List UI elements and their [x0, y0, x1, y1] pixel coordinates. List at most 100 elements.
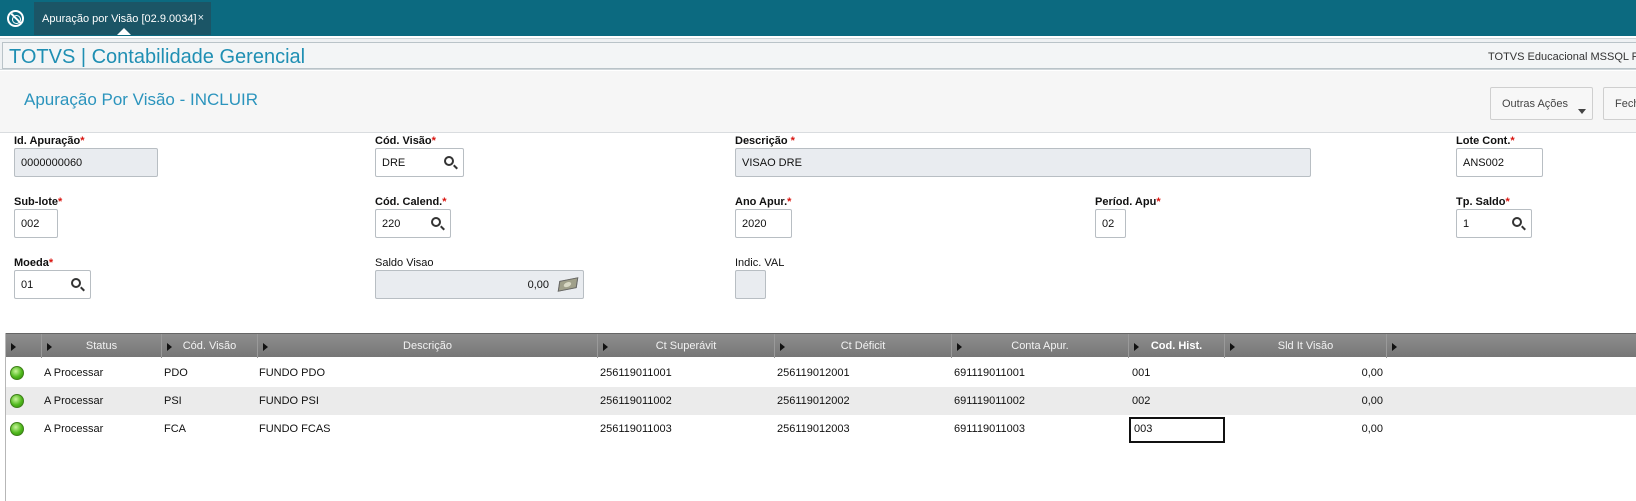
sort-arrow-icon: [263, 343, 268, 351]
column-header-sld-it-visao[interactable]: Sld It Visão: [1225, 334, 1387, 358]
sub-lote-label: Sub-lote*: [14, 196, 63, 208]
id-apuracao-label: Id. Apuração*: [14, 135, 85, 147]
tab-title: Apuração por Visão [02.9.0034]: [42, 13, 197, 25]
cod-calend-input[interactable]: 220: [375, 209, 451, 238]
chevron-down-icon: [1578, 109, 1586, 114]
moeda-input[interactable]: 01: [14, 270, 91, 299]
column-header-cod-hist[interactable]: Cod. Hist.: [1129, 334, 1225, 358]
column-header-ct-superavit[interactable]: Ct Superávit: [598, 334, 775, 358]
search-icon[interactable]: [431, 217, 441, 227]
lote-cont-input[interactable]: ANS002: [1456, 148, 1543, 177]
cell-cod-hist: 001: [1132, 367, 1151, 379]
cell-cod-hist: 002: [1132, 395, 1151, 407]
sort-arrow-icon: [1134, 343, 1139, 351]
close-button[interactable]: Fechar: [1603, 87, 1636, 120]
cell-cod-visao: FCA: [164, 423, 186, 435]
column-header-conta-apur[interactable]: Conta Apur.: [952, 334, 1129, 358]
ano-apur-label: Ano Apur.*: [735, 196, 792, 208]
sort-arrow-icon: [1392, 343, 1397, 351]
top-tab-bar: Apuração por Visão [02.9.0034] ×: [0, 0, 1636, 36]
field-sub-lote: Sub-lote* 002: [14, 196, 63, 240]
descricao-input[interactable]: VISAO DRE: [735, 148, 1311, 177]
app-title: TOTVS | Contabilidade Gerencial: [9, 46, 306, 68]
table-row[interactable]: A Processar FCA FUNDO FCAS 256119011003 …: [6, 415, 1636, 443]
search-icon[interactable]: [71, 278, 81, 288]
field-cod-calend: Cód. Calend.* 220: [375, 196, 455, 240]
cell-cod-hist: 003: [1134, 423, 1153, 435]
field-lote-cont: Lote Cont.* ANS002: [1456, 135, 1546, 179]
period-apu-label: Períod. Apu*: [1095, 196, 1161, 208]
period-apu-input[interactable]: 02: [1095, 209, 1126, 238]
cell-descricao: FUNDO PSI: [259, 395, 319, 407]
cod-visao-input[interactable]: DRE: [375, 148, 464, 177]
field-tp-saldo: Tp. Saldo* 1: [1456, 196, 1536, 240]
saldo-visao-input: 0,00: [375, 270, 584, 299]
column-header-select[interactable]: [6, 334, 42, 358]
page-header: Apuração Por Visão - INCLUIR Outras Açõe…: [0, 71, 1636, 133]
home-icon[interactable]: [7, 10, 24, 27]
app-header: TOTVS | Contabilidade Gerencial TOTVS Ed…: [0, 38, 1636, 70]
column-header-cod-visao[interactable]: Cód. Visão: [162, 334, 258, 358]
cell-ct-deficit: 256119012003: [777, 423, 850, 435]
sort-arrow-icon: [957, 343, 962, 351]
cell-ct-superavit: 256119011001: [600, 367, 672, 379]
cell-sld-it-visao: 0,00: [1361, 423, 1383, 435]
column-header-descricao[interactable]: Descrição: [258, 334, 598, 358]
field-id-apuracao: Id. Apuração* 0000000060: [14, 135, 160, 179]
sort-arrow-icon: [167, 343, 172, 351]
sort-arrow-icon: [603, 343, 608, 351]
tp-saldo-input[interactable]: 1: [1456, 209, 1532, 238]
sort-arrow-icon: [1230, 343, 1235, 351]
more-actions-label: Outras Ações: [1502, 98, 1569, 110]
cell-conta-apur: 691119011001: [954, 367, 1025, 379]
cell-descricao: FUNDO FCAS: [259, 423, 331, 435]
cell-sld-it-visao: 0,00: [1361, 367, 1383, 379]
active-tab-indicator: [117, 28, 131, 35]
sub-lote-input[interactable]: 002: [14, 209, 58, 238]
cod-calend-label: Cód. Calend.*: [375, 196, 447, 208]
search-icon[interactable]: [1512, 217, 1522, 227]
search-icon[interactable]: [444, 156, 454, 166]
sort-arrow-icon: [47, 343, 52, 351]
sort-arrow-icon: [780, 343, 785, 351]
cell-cod-visao: PDO: [164, 367, 188, 379]
tab-close-icon[interactable]: ×: [198, 12, 204, 24]
id-apuracao-input[interactable]: 0000000060: [14, 148, 158, 177]
app-header-frame: TOTVS | Contabilidade Gerencial TOTVS Ed…: [2, 42, 1636, 69]
cell-ct-superavit: 256119011002: [600, 395, 672, 407]
indic-val-label: Indic. VAL: [735, 257, 785, 269]
cell-conta-apur: 691119011002: [954, 395, 1025, 407]
cell-status: A Processar: [44, 367, 104, 379]
ano-apur-input[interactable]: 2020: [735, 209, 792, 238]
field-descricao: Descrição * VISAO DRE: [735, 135, 1315, 179]
cell-status: A Processar: [44, 423, 104, 435]
saldo-visao-label: Saldo Visao: [375, 257, 434, 269]
field-saldo-visao: Saldo Visao 0,00: [375, 257, 587, 301]
cell-ct-deficit: 256119012002: [777, 395, 850, 407]
table-row[interactable]: A Processar PDO FUNDO PDO 256119011001 2…: [6, 359, 1636, 387]
field-indic-val: Indic. VAL: [735, 257, 784, 301]
column-header-filler: [1387, 334, 1636, 358]
table-row[interactable]: A Processar PSI FUNDO PSI 256119011002 2…: [6, 387, 1636, 415]
descricao-label: Descrição *: [735, 135, 795, 147]
cell-ct-deficit: 256119012001: [777, 367, 850, 379]
column-header-status[interactable]: Status: [42, 334, 162, 358]
page-title: Apuração Por Visão - INCLUIR: [24, 90, 259, 109]
status-green-icon: [10, 422, 24, 436]
cod-visao-label: Cód. Visão*: [375, 135, 436, 147]
money-icon: [557, 277, 579, 292]
close-button-label: Fechar: [1615, 98, 1636, 110]
status-green-icon: [10, 394, 24, 408]
indic-val-input: [735, 270, 766, 299]
items-grid: Status Cód. Visão Descrição Ct Superávit…: [5, 333, 1636, 501]
field-ano-apur: Ano Apur.* 2020: [735, 196, 795, 240]
column-header-ct-deficit[interactable]: Ct Déficit: [775, 334, 952, 358]
cell-descricao: FUNDO PDO: [259, 367, 325, 379]
grid-header: Status Cód. Visão Descrição Ct Superávit…: [6, 333, 1636, 358]
cell-conta-apur: 691119011003: [954, 423, 1025, 435]
more-actions-button[interactable]: Outras Ações: [1490, 87, 1593, 120]
lote-cont-label: Lote Cont.*: [1456, 135, 1515, 147]
cell-sld-it-visao: 0,00: [1361, 395, 1383, 407]
cell-ct-superavit: 256119011003: [600, 423, 672, 435]
field-moeda: Moeda* 01: [14, 257, 94, 301]
